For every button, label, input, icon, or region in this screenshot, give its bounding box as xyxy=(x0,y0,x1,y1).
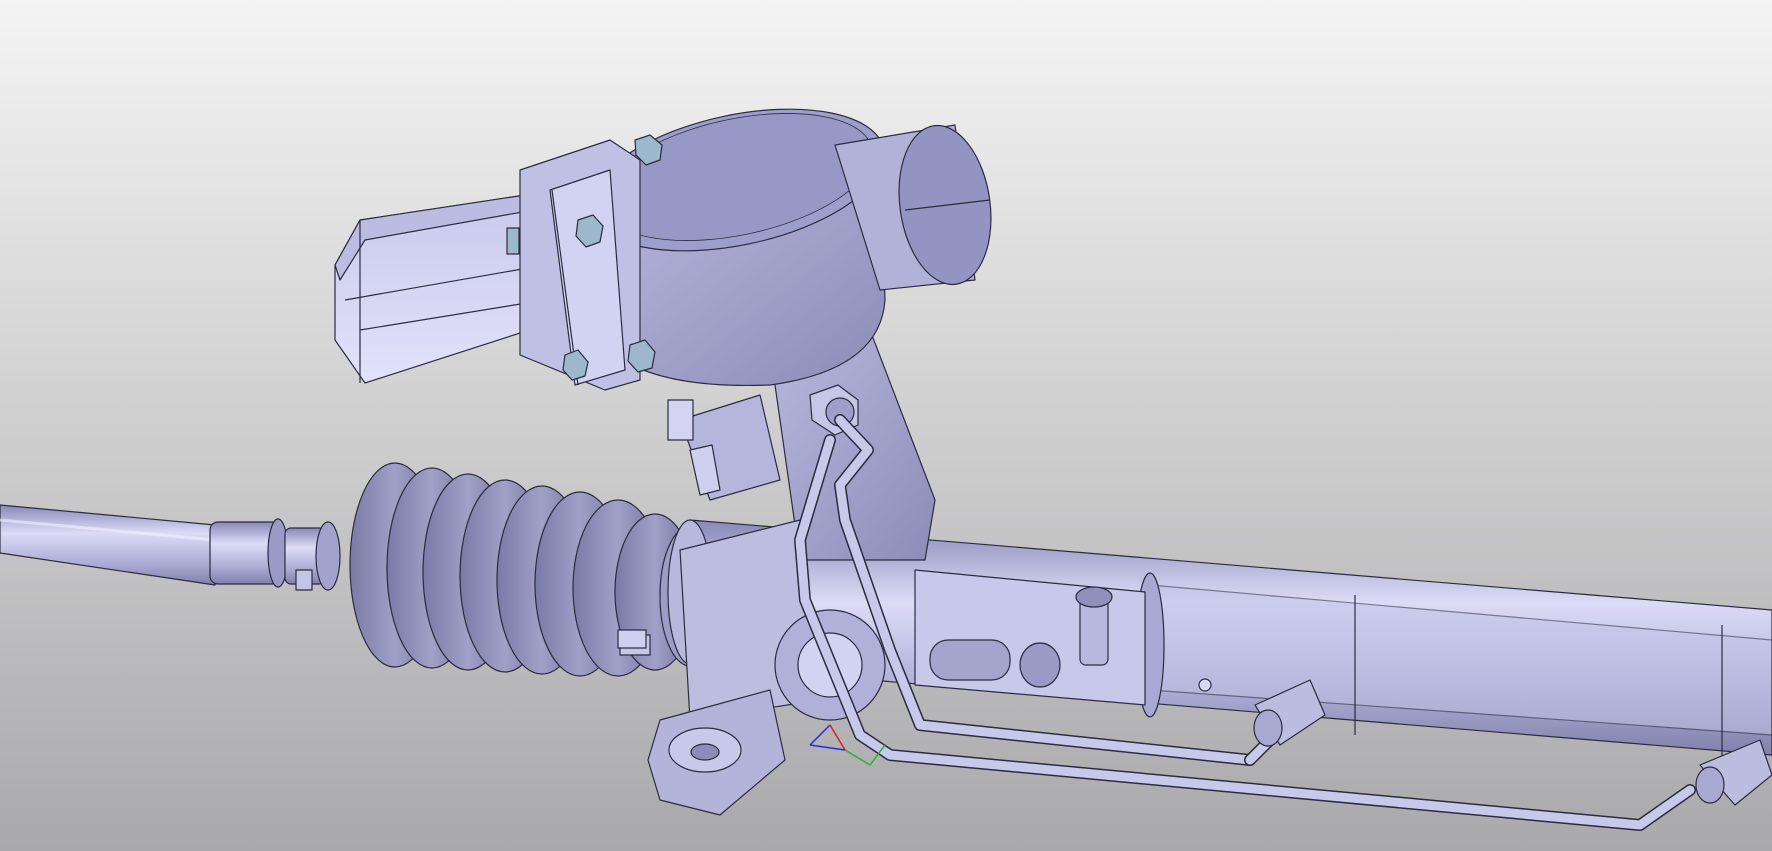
clip-bracket xyxy=(617,629,647,649)
inner-tie-rod-joint[interactable] xyxy=(209,518,341,591)
cad-scene[interactable] xyxy=(0,0,1772,851)
3d-viewport[interactable] xyxy=(0,0,1772,851)
